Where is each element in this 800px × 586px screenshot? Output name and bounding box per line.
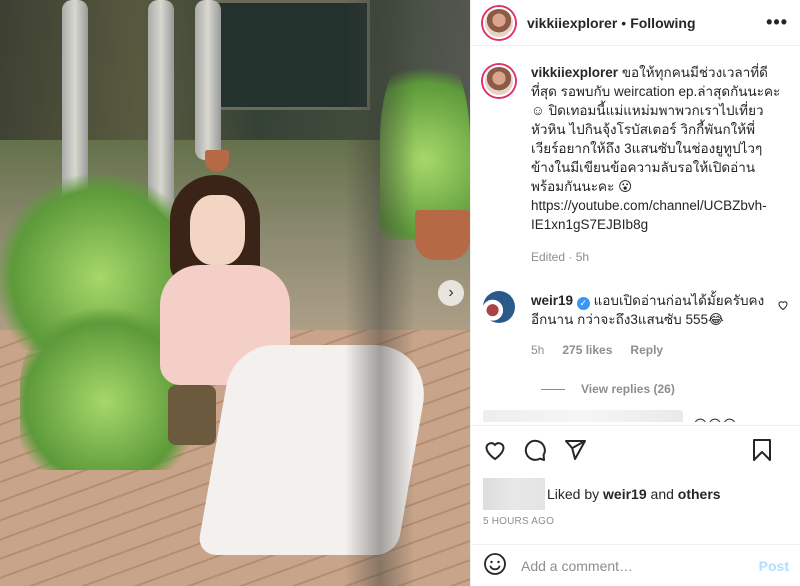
photo-tree-trunk xyxy=(195,0,221,160)
liker-avatars-blurred xyxy=(483,478,545,510)
photo-pot xyxy=(415,210,470,260)
bookmark-icon[interactable] xyxy=(751,438,789,465)
photo-blur xyxy=(345,0,415,586)
add-comment-bar: Post xyxy=(471,544,800,586)
commenter-avatar[interactable] xyxy=(483,291,515,323)
commenter-username[interactable]: weir19 xyxy=(531,293,573,308)
reply-button[interactable]: Reply xyxy=(630,341,663,360)
share-icon[interactable] xyxy=(563,438,603,465)
liker-username[interactable]: weir19 xyxy=(603,486,647,502)
post-actions: Liked by weir19 and others 5 HOURS AGO xyxy=(471,425,800,527)
caption: vikkiiexplorer ขอให้ทุกคนมีช่วงเวลาที่ดี… xyxy=(483,63,789,267)
likes-mid: and xyxy=(646,486,678,502)
caption-username[interactable]: vikkiiexplorer xyxy=(531,65,618,80)
more-options-icon[interactable]: ••• xyxy=(766,12,788,33)
photo-person-face xyxy=(190,195,245,265)
like-icon[interactable] xyxy=(483,438,523,465)
comment-time: 5h xyxy=(531,343,545,357)
comment-icon[interactable] xyxy=(523,438,563,465)
post-photo[interactable]: › xyxy=(0,0,470,586)
view-replies-label: View replies (26) xyxy=(581,382,675,396)
likes-others-link[interactable]: others xyxy=(678,486,721,502)
comment: weir19 ✓ แอบเปิดอ่านก่อนได้มั้ยครับคงอีก… xyxy=(483,291,789,360)
photo-pot xyxy=(205,150,229,172)
caption-text: ขอให้ทุกคนมีช่วงเวลาที่ดีที่สุด รอพบกับ … xyxy=(531,65,781,232)
blurred-comment-emojis: 😍😍😍 xyxy=(693,417,737,423)
comment-like-icon[interactable] xyxy=(777,299,789,314)
comment-likes[interactable]: 275 likes xyxy=(562,341,612,360)
blurred-comment-text xyxy=(483,410,683,422)
likes-summary: Liked by weir19 and others xyxy=(483,478,789,510)
post-header: vikkiiexplorer • Following ••• xyxy=(471,0,800,46)
photo-bag xyxy=(168,385,216,445)
carousel-next-button[interactable]: › xyxy=(438,280,464,306)
post-timestamp[interactable]: 5 HOURS AGO xyxy=(483,516,789,527)
caption-avatar[interactable] xyxy=(483,65,515,97)
post-comment-button[interactable]: Post xyxy=(759,558,789,574)
post-side-panel: vikkiiexplorer • Following ••• vikkiiexp… xyxy=(470,0,800,586)
author-avatar[interactable] xyxy=(483,6,515,39)
comments-section[interactable]: vikkiiexplorer ขอให้ทุกคนมีช่วงเวลาที่ดี… xyxy=(471,47,800,422)
following-button[interactable]: Following xyxy=(630,15,695,31)
replies-line xyxy=(541,388,565,390)
caption-meta: Edited · 5h xyxy=(531,250,590,264)
emoji-icon[interactable] xyxy=(483,552,507,579)
header-separator: • xyxy=(621,14,627,31)
add-comment-input[interactable] xyxy=(521,557,759,574)
likes-prefix: Liked by xyxy=(547,486,604,502)
verified-badge-icon: ✓ xyxy=(576,297,590,310)
blurred-comment: 😍😍😍 xyxy=(483,410,789,422)
view-replies-button[interactable]: View replies (26) xyxy=(541,382,789,396)
author-username[interactable]: vikkiiexplorer xyxy=(527,15,617,31)
